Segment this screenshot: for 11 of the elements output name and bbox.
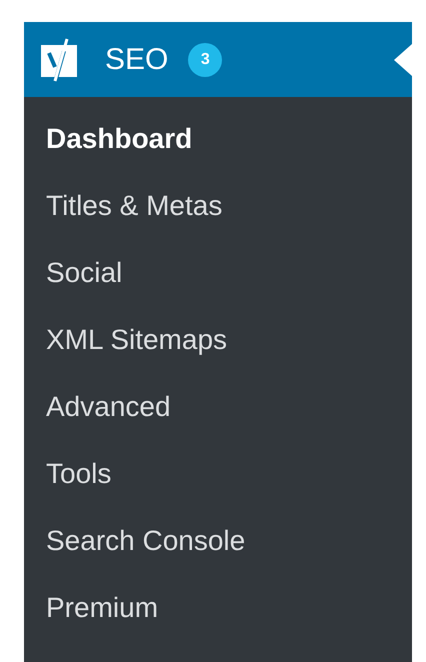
menu-title: SEO (105, 44, 168, 74)
submenu-item[interactable]: Tools (24, 440, 412, 507)
submenu-item[interactable]: Titles & Metas (24, 172, 412, 239)
submenu-item[interactable]: Social (24, 239, 412, 306)
submenu-item[interactable]: Premium (24, 574, 412, 641)
menu-header[interactable]: SEO 3 (24, 22, 412, 97)
submenu-item[interactable]: XML Sitemaps (24, 306, 412, 373)
notification-badge: 3 (188, 42, 222, 76)
submenu-item[interactable]: Advanced (24, 373, 412, 440)
submenu-item[interactable]: Dashboard (24, 105, 412, 172)
submenu-item[interactable]: Search Console (24, 507, 412, 574)
